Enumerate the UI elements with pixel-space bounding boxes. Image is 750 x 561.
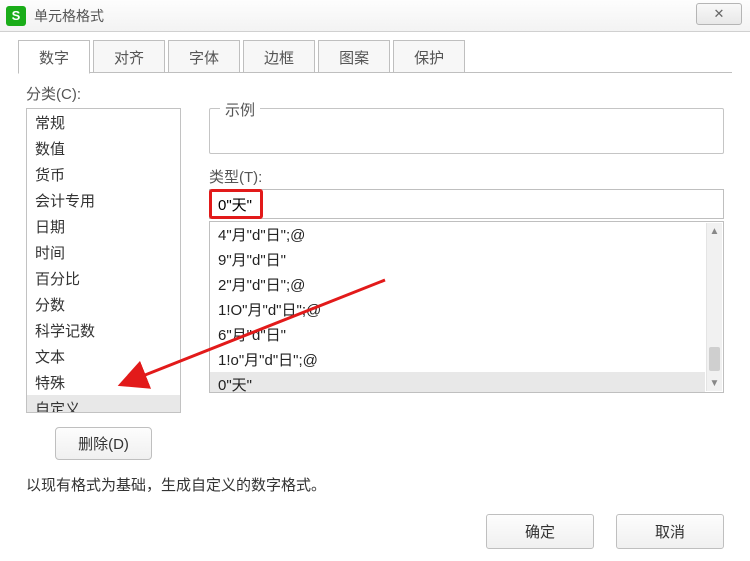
tab-strip: 数字 对齐 字体 边框 图案 保护 [0,32,750,73]
category-item[interactable]: 分数 [27,291,180,317]
close-button[interactable]: ✕ [696,3,742,25]
tab-border[interactable]: 边框 [243,40,315,73]
tab-protect[interactable]: 保护 [393,40,465,73]
sample-legend: 示例 [220,99,260,120]
type-list-item[interactable]: 1!O"月"d"日";@ [210,297,705,322]
category-label: 分类(C): [26,83,724,104]
window-title: 单元格格式 [34,6,104,26]
scroll-track[interactable] [707,239,722,375]
scroll-up-icon[interactable]: ▲ [707,223,722,239]
type-input-row: 0"天" [209,189,724,219]
type-input-highlight: 0"天" [209,189,263,219]
tab-align[interactable]: 对齐 [93,40,165,73]
cancel-button[interactable]: 取消 [616,514,724,549]
ok-button[interactable]: 确定 [486,514,594,549]
type-list-item[interactable]: 9"月"d"日" [210,247,705,272]
title-bar: S 单元格格式 ✕ [0,0,750,32]
category-item[interactable]: 日期 [27,213,180,239]
category-item-selected[interactable]: 自定义 [27,395,180,413]
scroll-thumb[interactable] [709,347,720,371]
app-icon: S [6,6,26,26]
type-label: 类型(T): [209,166,724,187]
category-item[interactable]: 时间 [27,239,180,265]
sample-fieldset: 示例 [209,108,724,154]
type-list-item[interactable]: 4"月"d"日";@ [210,222,705,247]
content-area: 分类(C): 常规 数值 货币 会计专用 日期 时间 百分比 分数 科学记数 文… [0,73,750,495]
category-item[interactable]: 货币 [27,161,180,187]
scroll-down-icon[interactable]: ▼ [707,375,722,391]
dialog-footer: 确定 取消 [486,514,724,549]
tab-underline [18,72,732,73]
delete-button[interactable]: 删除(D) [55,427,152,460]
category-item[interactable]: 数值 [27,135,180,161]
category-item[interactable]: 特殊 [27,369,180,395]
type-listbox[interactable]: 4"月"d"日";@ 9"月"d"日" 2"月"d"日";@ 1!O"月"d"日… [209,221,724,393]
type-input-value[interactable]: 0"天" [218,194,252,215]
type-list-item[interactable]: 1!o"月"d"日";@ [210,347,705,372]
tab-font[interactable]: 字体 [168,40,240,73]
category-item[interactable]: 常规 [27,109,180,135]
category-item[interactable]: 文本 [27,343,180,369]
hint-text: 以现有格式为基础，生成自定义的数字格式。 [26,474,724,495]
category-item[interactable]: 百分比 [27,265,180,291]
category-item[interactable]: 科学记数 [27,317,180,343]
tab-pattern[interactable]: 图案 [318,40,390,73]
type-list-item-selected[interactable]: 0"天" [210,372,705,392]
type-list-item[interactable]: 2"月"d"日";@ [210,272,705,297]
category-item[interactable]: 会计专用 [27,187,180,213]
type-list-item[interactable]: 6"月"d"日" [210,322,705,347]
scrollbar[interactable]: ▲ ▼ [706,223,722,391]
category-listbox[interactable]: 常规 数值 货币 会计专用 日期 时间 百分比 分数 科学记数 文本 特殊 自定… [26,108,181,413]
tab-number[interactable]: 数字 [18,40,90,74]
